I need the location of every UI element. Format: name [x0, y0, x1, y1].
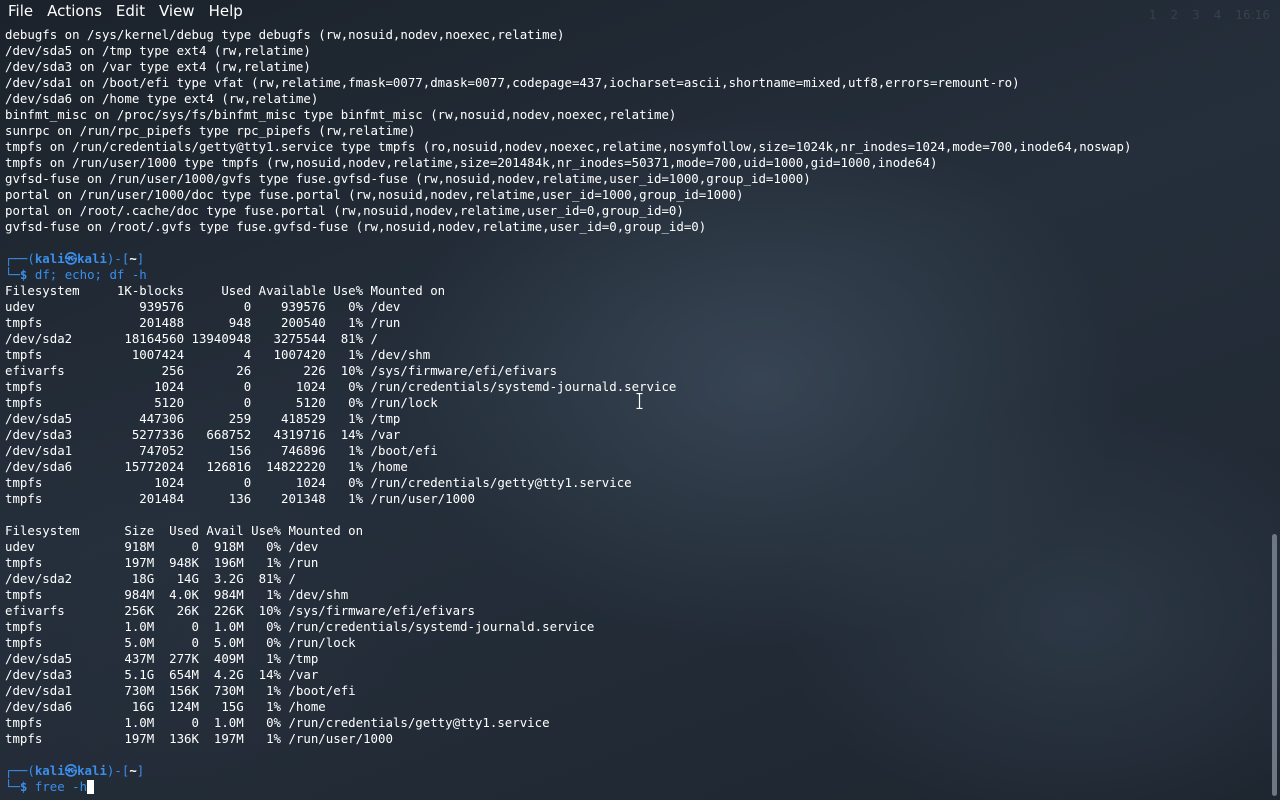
df-h-output-line: Filesystem Size Used Avail Use% Mounted …	[5, 523, 364, 538]
df-h-output-line: tmpfs 1.0M 0 1.0M 0% /run/credentials/sy…	[5, 619, 595, 634]
text-cursor	[87, 780, 95, 794]
mount-output-line: tmpfs on /run/user/1000 type tmpfs (rw,n…	[5, 155, 938, 170]
df-output-line: efivarfs 256 26 226 10% /sys/firmware/ef…	[5, 363, 558, 378]
prompt-close: ]	[136, 763, 145, 778]
df-output-line: Filesystem 1K-blocks Used Available Use%…	[5, 283, 446, 298]
prompt-line-input[interactable]: └─$ free -h	[5, 779, 1265, 795]
df-h-output-line: tmpfs 984M 4.0K 984M 1% /dev/shm	[5, 587, 349, 602]
prompt-at-symbol: ㉿	[64, 251, 78, 266]
prompt-line-top: ┌──(kali㉿kali)-[~]	[5, 763, 1265, 779]
prompt-path: ~	[129, 251, 137, 266]
df-output-line: tmpfs 5120 0 5120 0% /run/lock	[5, 395, 438, 410]
prompt-path: ~	[129, 763, 137, 778]
df-output-line: udev 939576 0 939576 0% /dev	[5, 299, 401, 314]
df-h-output-line: /dev/sda5 437M 277K 409M 1% /tmp	[5, 651, 319, 666]
ibeam-cursor-icon	[636, 393, 643, 409]
mount-output-line: sunrpc on /run/rpc_pipefs type rpc_pipef…	[5, 123, 416, 138]
df-h-output-line: tmpfs 197M 948K 196M 1% /run	[5, 555, 319, 570]
df-output-block: Filesystem 1K-blocks Used Available Use%…	[5, 283, 1265, 507]
df-output-line: /dev/sda3 5277336 668752 4319716 14% /va…	[5, 427, 401, 442]
mount-output-line: binfmt_misc on /proc/sys/fs/binfmt_misc …	[5, 107, 677, 122]
df-h-output-line: udev 918M 0 918M 0% /dev	[5, 539, 319, 554]
mount-output-line: portal on /root/.cache/doc type fuse.por…	[5, 203, 684, 218]
prompt-frame: ┌──(	[5, 763, 35, 778]
prompt-frame: ┌──(	[5, 251, 35, 266]
df-h-output-line: /dev/sda3 5.1G 654M 4.2G 14% /var	[5, 667, 319, 682]
menu-actions[interactable]: Actions	[40, 0, 109, 22]
mount-output-line: /dev/sda5 on /tmp type ext4 (rw,relatime…	[5, 43, 311, 58]
df-h-output-line: /dev/sda2 18G 14G 3.2G 81% /	[5, 571, 296, 586]
df-h-output-line: efivarfs 256K 26K 226K 10% /sys/firmware…	[5, 603, 475, 618]
df-output-line: /dev/sda6 15772024 126816 14822220 1% /h…	[5, 459, 408, 474]
terminal-scrollbar[interactable]	[1272, 534, 1277, 796]
df-h-output-block: Filesystem Size Used Avail Use% Mounted …	[5, 523, 1265, 747]
prompt-host: kali	[77, 763, 107, 778]
menu-edit[interactable]: Edit	[109, 0, 152, 22]
prompt-dollar: $	[19, 779, 28, 794]
prompt-dollar: $	[19, 267, 28, 282]
mount-output-line: /dev/sda6 on /home type ext4 (rw,relatim…	[5, 91, 319, 106]
mount-output-line: debugfs on /sys/kernel/debug type debugf…	[5, 27, 565, 42]
prompt-user: kali	[34, 763, 65, 778]
prompt-line-top: ┌──(kali㉿kali)-[~]	[5, 251, 1265, 267]
command-char-under-cursor: h	[79, 779, 88, 794]
prompt-separator: )-[	[106, 251, 130, 266]
prompt-separator: )-[	[106, 763, 130, 778]
df-output-line: tmpfs 201488 948 200540 1% /run	[5, 315, 401, 330]
menu-view[interactable]: View	[152, 0, 202, 22]
df-output-line: tmpfs 1024 0 1024 0% /run/credentials/ge…	[5, 475, 632, 490]
df-output-line: /dev/sda1 747052 156 746896 1% /boot/efi	[5, 443, 438, 458]
df-h-output-line: /dev/sda6 16G 124M 15G 1% /home	[5, 699, 326, 714]
prompt-host: kali	[77, 251, 107, 266]
mount-output-line: /dev/sda3 on /var type ext4 (rw,relatime…	[5, 59, 311, 74]
command-input-text: free -	[34, 779, 80, 794]
mount-output-line: gvfsd-fuse on /root/.gvfs type fuse.gvfs…	[5, 219, 707, 234]
df-h-output-line: tmpfs 197M 136K 197M 1% /run/user/1000	[5, 731, 393, 746]
mount-output-line: /dev/sda1 on /boot/efi type vfat (rw,rel…	[5, 75, 1020, 90]
command-text: df; echo; df -h	[34, 267, 147, 282]
mount-output-line: tmpfs on /run/credentials/getty@tty1.ser…	[5, 139, 1132, 154]
df-output-line: /dev/sda5 447306 259 418529 1% /tmp	[5, 411, 401, 426]
menu-file[interactable]: File	[0, 0, 40, 22]
df-output-line: tmpfs 1024 0 1024 0% /run/credentials/sy…	[5, 379, 677, 394]
df-h-output-line: /dev/sda1 730M 156K 730M 1% /boot/efi	[5, 683, 356, 698]
df-output-line: tmpfs 1007424 4 1007420 1% /dev/shm	[5, 347, 431, 362]
df-h-output-line: tmpfs 1.0M 0 1.0M 0% /run/credentials/ge…	[5, 715, 550, 730]
mount-output-line: gvfsd-fuse on /run/user/1000/gvfs type f…	[5, 171, 811, 186]
prompt-close: ]	[136, 251, 145, 266]
prompt-frame-bottom: └─	[5, 779, 20, 794]
df-h-output-line: tmpfs 5.0M 0 5.0M 0% /run/lock	[5, 635, 356, 650]
prompt-frame-bottom: └─	[5, 267, 20, 282]
menu-help[interactable]: Help	[202, 0, 250, 22]
df-output-line: tmpfs 201484 136 201348 1% /run/user/100…	[5, 491, 475, 506]
prompt-user: kali	[34, 251, 65, 266]
mount-output-line: portal on /run/user/1000/doc type fuse.p…	[5, 187, 744, 202]
df-output-line: /dev/sda2 18164560 13940948 3275544 81% …	[5, 331, 378, 346]
prompt-line-command: └─$ df; echo; df -h	[5, 267, 1265, 283]
mount-output-block: debugfs on /sys/kernel/debug type debugf…	[5, 27, 1265, 235]
terminal-output[interactable]: debugfs on /sys/kernel/debug type debugf…	[5, 27, 1265, 800]
prompt-at-symbol: ㉿	[64, 763, 78, 778]
terminal-menubar: File Actions Edit View Help	[0, 0, 1280, 22]
